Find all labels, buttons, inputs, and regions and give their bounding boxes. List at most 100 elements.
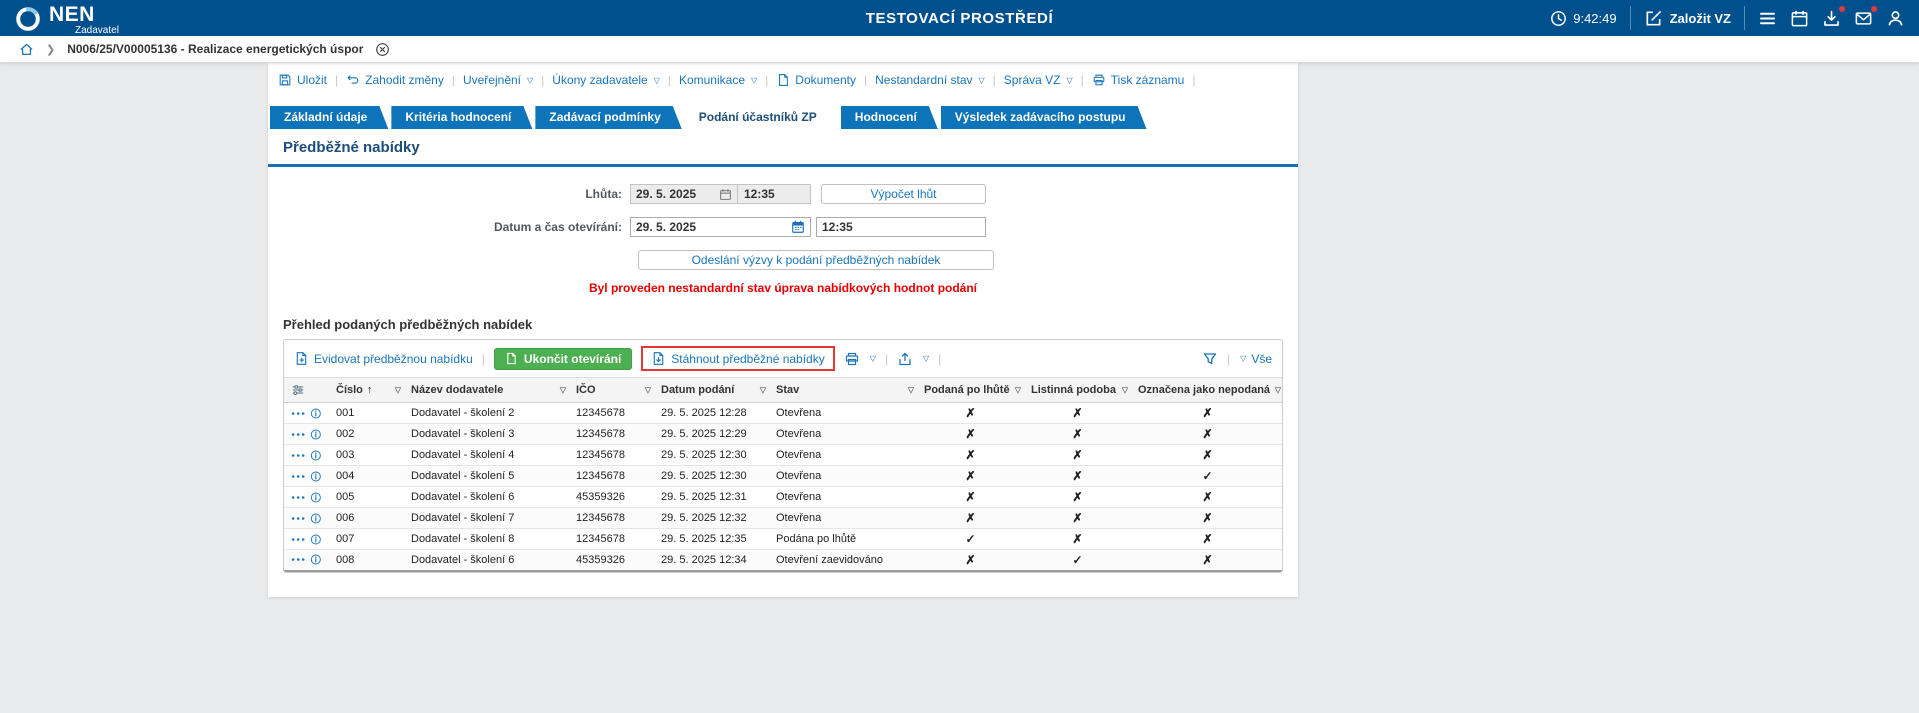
column-filter-icon[interactable]: ▽ xyxy=(1015,386,1021,395)
toolbar-item[interactable]: Zahodit změny xyxy=(346,73,444,87)
filter-all-button[interactable]: ▽ Vše xyxy=(1239,352,1272,366)
info-icon[interactable] xyxy=(310,553,322,566)
tab-label: Základní údaje xyxy=(284,110,367,124)
row-actions-icon[interactable] xyxy=(291,432,305,437)
column-label: Označena jako nepodaná xyxy=(1138,384,1270,396)
column-filter-icon[interactable]: ▽ xyxy=(1122,386,1128,395)
column-filter-icon[interactable]: ▽ xyxy=(1275,386,1281,395)
cell-paper: ✗ xyxy=(1024,403,1131,424)
table-row[interactable]: 008 Dodavatel - školení 6 45359326 29. 5… xyxy=(284,550,1283,571)
column-filter-icon[interactable]: ▽ xyxy=(645,386,651,395)
tab[interactable]: Zadávací podmínky xyxy=(535,106,681,129)
user-icon[interactable] xyxy=(1886,9,1905,28)
end-opening-label: Ukončit otevírání xyxy=(524,352,621,366)
cell-status: Otevřena xyxy=(769,508,917,529)
column-filter-icon[interactable]: ▽ xyxy=(760,386,766,395)
download-prelim-bids-button[interactable]: Stáhnout předběžné nabídky xyxy=(651,351,824,366)
row-actions-icon[interactable] xyxy=(291,411,305,416)
nen-brand[interactable]: NEN Zadavatel xyxy=(14,1,119,36)
row-actions-icon[interactable] xyxy=(291,516,305,521)
menu-icon[interactable] xyxy=(1758,9,1777,28)
table-row[interactable]: 006 Dodavatel - školení 7 12345678 29. 5… xyxy=(284,508,1283,529)
calendar-icon[interactable] xyxy=(1790,9,1809,28)
chevron-down-icon[interactable]: ▽ xyxy=(923,354,929,363)
info-icon[interactable] xyxy=(310,491,322,504)
row-actions-icon[interactable] xyxy=(291,537,305,542)
tab[interactable]: Kritéria hodnocení xyxy=(391,106,532,129)
register-prelim-bid-button[interactable]: Evidovat předběžnou nabídku xyxy=(294,351,473,366)
info-icon[interactable] xyxy=(310,512,322,525)
toolbar-item[interactable]: Správa VZ ▽ xyxy=(1004,73,1073,87)
table-row[interactable]: 002 Dodavatel - školení 3 12345678 29. 5… xyxy=(284,424,1283,445)
column-header[interactable]: Datum podání▽ xyxy=(654,378,769,403)
deadline-datetime-field[interactable]: 29. 5. 2025 12:35 xyxy=(630,184,811,204)
info-icon[interactable] xyxy=(310,533,322,546)
breadcrumb-record[interactable]: N006/25/V00005136 - Realizace energetick… xyxy=(67,42,363,56)
close-record-icon[interactable] xyxy=(375,42,390,57)
info-icon[interactable] xyxy=(310,470,322,483)
column-header[interactable]: Stav ▽ xyxy=(769,378,917,403)
create-vz-button[interactable]: Založit VZ xyxy=(1644,9,1731,28)
column-header[interactable]: Číslo↑▽ xyxy=(329,378,404,403)
column-header[interactable]: Listinná podoba▽ xyxy=(1024,378,1131,403)
opening-date-field[interactable]: 29. 5. 2025 xyxy=(630,217,811,237)
row-actions-icon[interactable] xyxy=(291,557,305,562)
calendar-picker-icon[interactable] xyxy=(791,220,805,234)
row-tools-cell xyxy=(284,403,329,424)
column-filter-icon[interactable]: ▽ xyxy=(560,386,566,395)
toolbar-item[interactable]: Komunikace ▽ xyxy=(679,73,757,87)
export-icon[interactable] xyxy=(897,351,913,367)
end-opening-button[interactable]: Ukončit otevírání xyxy=(494,348,632,370)
toolbar-item[interactable]: Tisk záznamu xyxy=(1092,73,1185,87)
home-icon[interactable] xyxy=(19,42,34,57)
column-filter-icon[interactable]: ▽ xyxy=(908,386,914,395)
column-header[interactable]: Název dodavatele▽ xyxy=(404,378,569,403)
column-header[interactable]: IČO▽ xyxy=(569,378,654,403)
calendar-icon[interactable] xyxy=(719,188,732,201)
opening-time-field[interactable]: 12:35 xyxy=(816,217,986,237)
table-row[interactable]: 007 Dodavatel - školení 8 12345678 29. 5… xyxy=(284,529,1283,550)
table-row[interactable]: 001 Dodavatel - školení 2 12345678 29. 5… xyxy=(284,403,1283,424)
tab[interactable]: Výsledek zadávacího postupu xyxy=(941,106,1147,129)
info-icon[interactable] xyxy=(310,407,322,420)
toolbar-item[interactable]: Uložit xyxy=(278,73,327,87)
toolbar-item-label: Zahodit změny xyxy=(365,73,444,87)
mail-icon[interactable] xyxy=(1854,9,1873,28)
column-header[interactable]: Podaná po lhůtě▽ xyxy=(917,378,1024,403)
chevron-down-icon[interactable]: ▽ xyxy=(870,354,876,363)
cell-not-submitted: ✗ xyxy=(1131,445,1283,466)
info-icon[interactable] xyxy=(310,428,322,441)
table-row[interactable]: 005 Dodavatel - školení 6 45359326 29. 5… xyxy=(284,487,1283,508)
column-header[interactable] xyxy=(284,378,329,403)
table-row[interactable]: 003 Dodavatel - školení 4 12345678 29. 5… xyxy=(284,445,1283,466)
filter-icon[interactable] xyxy=(1202,351,1218,367)
column-label: Stav xyxy=(776,384,799,396)
toolbar-item[interactable]: Uveřejnění ▽ xyxy=(463,73,533,87)
table-row[interactable]: 004 Dodavatel - školení 5 12345678 29. 5… xyxy=(284,466,1283,487)
toolbar-item[interactable]: Úkony zadavatele ▽ xyxy=(552,73,660,87)
cell-ico: 12345678 xyxy=(569,529,654,550)
column-header[interactable]: Označena jako nepodaná ▽ xyxy=(1131,378,1283,403)
tab[interactable]: Hodnocení xyxy=(841,106,938,129)
download-icon[interactable] xyxy=(1822,9,1841,28)
print-icon[interactable] xyxy=(844,351,860,367)
row-tools-cell xyxy=(284,466,329,487)
send-invite-button[interactable]: Odeslání výzvy k podání předběžných nabí… xyxy=(638,250,994,270)
info-icon[interactable] xyxy=(310,449,322,462)
toolbar-item[interactable]: Dokumenty xyxy=(776,73,856,87)
column-filter-icon[interactable]: ▽ xyxy=(395,386,401,395)
tab[interactable]: Podání účastníků ZP xyxy=(685,106,838,129)
row-actions-icon[interactable] xyxy=(291,453,305,458)
row-tools-cell xyxy=(284,424,329,445)
row-actions-icon[interactable] xyxy=(291,474,305,479)
submissions-table: Číslo↑▽ Název dodavatele▽ IČO▽ Datum pod… xyxy=(284,377,1283,572)
toolbar-item[interactable]: Nestandardní stav ▽ xyxy=(875,73,985,87)
tab[interactable]: Základní údaje xyxy=(270,106,388,129)
cell-ico: 45359326 xyxy=(569,487,654,508)
calc-deadlines-button[interactable]: Výpočet lhůt xyxy=(821,184,986,204)
toolbar-item-label: Úkony zadavatele xyxy=(552,73,647,87)
row-actions-icon[interactable] xyxy=(291,495,305,500)
cell-supplier: Dodavatel - školení 2 xyxy=(404,403,569,424)
download-prelim-bids-label: Stáhnout předběžné nabídky xyxy=(671,352,824,366)
submissions-grid: Evidovat předběžnou nabídku | Ukončit ot… xyxy=(283,339,1283,573)
